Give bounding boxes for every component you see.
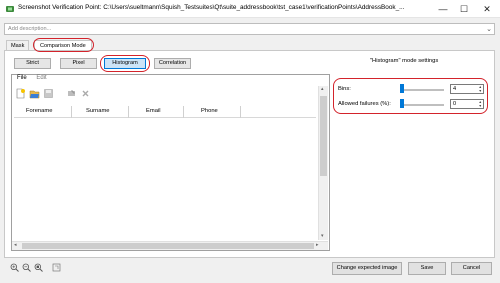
failures-slider-handle[interactable] bbox=[400, 99, 404, 108]
vertical-scroll-thumb[interactable] bbox=[320, 96, 327, 176]
bins-spinbox[interactable]: 4 ▲ ▼ bbox=[450, 84, 484, 94]
column-separator bbox=[71, 106, 72, 118]
menu-edit[interactable]: Edit bbox=[36, 75, 46, 81]
bins-slider-handle[interactable] bbox=[400, 84, 404, 93]
open-folder-icon[interactable] bbox=[29, 88, 40, 99]
spin-arrows-icon[interactable]: ▲ ▼ bbox=[479, 100, 482, 108]
allowed-failures-label: Allowed failures (%): bbox=[338, 101, 391, 107]
cancel-button[interactable]: Cancel bbox=[451, 262, 492, 275]
window-title: Screenshot Verification Point: C:\Users\… bbox=[18, 4, 405, 11]
strict-mode-button[interactable]: Strict bbox=[14, 58, 51, 69]
highlight-oval-tab bbox=[33, 38, 94, 52]
zoom-fit-icon[interactable] bbox=[34, 263, 43, 272]
column-separator bbox=[240, 106, 241, 118]
zoom-in-icon[interactable] bbox=[10, 263, 19, 272]
maximize-button[interactable]: ☐ bbox=[455, 2, 473, 16]
bins-label: Bins: bbox=[338, 86, 351, 92]
pixel-mode-button[interactable]: Pixel bbox=[60, 58, 97, 69]
column-header-phone[interactable]: Phone bbox=[201, 108, 218, 114]
new-file-icon[interactable] bbox=[15, 88, 26, 99]
preview-menu-bar: File Edit bbox=[17, 75, 55, 81]
description-placeholder: Add description... bbox=[8, 26, 52, 32]
column-header-forename[interactable]: Forename bbox=[26, 108, 52, 114]
expand-chevron-icon[interactable]: ⌄ bbox=[486, 25, 492, 33]
tab-mask[interactable]: Mask bbox=[6, 40, 30, 50]
bins-slider-track[interactable] bbox=[400, 89, 444, 91]
allowed-failures-spinbox[interactable]: 0 ▲ ▼ bbox=[450, 99, 484, 109]
table-header bbox=[14, 106, 316, 118]
highlight-oval-histogram bbox=[100, 55, 150, 72]
save-button[interactable]: Save bbox=[408, 262, 446, 275]
spin-arrows-icon[interactable]: ▲ ▼ bbox=[479, 85, 482, 93]
scroll-left-arrow-icon[interactable]: ◂ bbox=[14, 242, 17, 248]
scroll-down-arrow-icon[interactable]: ▾ bbox=[321, 233, 324, 239]
column-separator bbox=[128, 106, 129, 118]
zoom-original-icon[interactable] bbox=[52, 263, 61, 272]
menu-file[interactable]: File bbox=[17, 75, 27, 81]
mode-settings-title: "Histogram" mode settings bbox=[370, 58, 439, 64]
column-separator bbox=[183, 106, 184, 118]
minimize-button[interactable]: — bbox=[434, 2, 452, 16]
column-header-surname[interactable]: Surname bbox=[86, 108, 110, 114]
save-disk-icon bbox=[44, 89, 53, 98]
description-field[interactable]: Add description... ⌄ bbox=[4, 23, 495, 35]
scroll-up-arrow-icon[interactable]: ▴ bbox=[321, 86, 324, 92]
close-button[interactable]: ✕ bbox=[478, 2, 496, 16]
zoom-out-icon[interactable] bbox=[22, 263, 31, 272]
edit-entry-icon bbox=[68, 90, 75, 96]
scroll-right-arrow-icon[interactable]: ▸ bbox=[316, 242, 319, 248]
allowed-failures-value: 0 bbox=[453, 101, 457, 107]
delete-entry-icon bbox=[82, 90, 89, 97]
squish-app-icon bbox=[6, 6, 14, 12]
correlation-mode-button[interactable]: Correlation bbox=[154, 58, 191, 69]
screenshot-preview-panel bbox=[11, 74, 330, 251]
failures-slider-track[interactable] bbox=[400, 104, 444, 106]
horizontal-scroll-thumb[interactable] bbox=[22, 243, 314, 249]
bins-value: 4 bbox=[453, 86, 457, 92]
column-header-email[interactable]: Email bbox=[146, 108, 161, 114]
change-expected-image-button[interactable]: Change expected image bbox=[332, 262, 402, 275]
